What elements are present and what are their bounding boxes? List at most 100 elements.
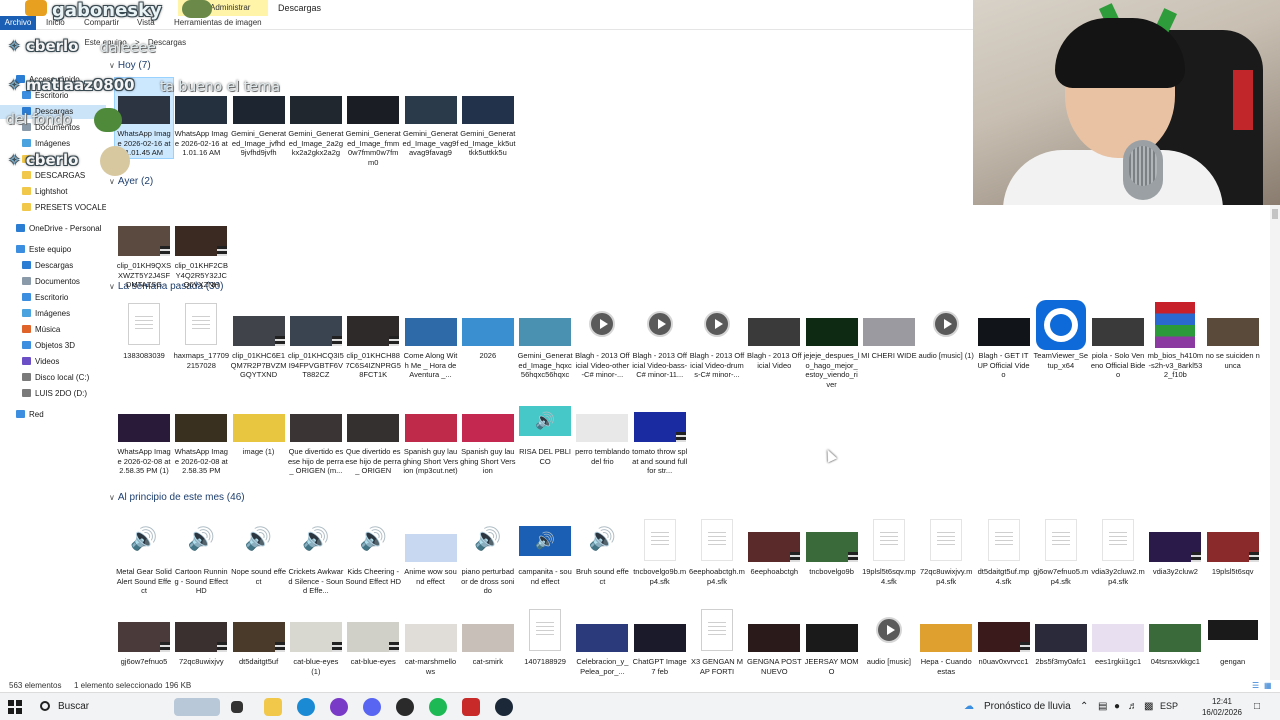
nav-item[interactable]: Disco local (C:) xyxy=(0,371,106,385)
scrollbar-thumb[interactable] xyxy=(1272,209,1278,219)
nav-item[interactable]: Imágenes xyxy=(0,307,106,321)
file-item[interactable]: n0uav0xvrvcc1 xyxy=(975,606,1033,667)
file-item[interactable]: clip_01KHC6E1QM7R2P7BVZMGQYTXND xyxy=(230,300,288,380)
nav-item[interactable]: Este equipo xyxy=(0,243,106,257)
file-item[interactable]: clip_01KHCH887C6S4IZNPRG58FCT1K xyxy=(344,300,402,380)
file-item[interactable]: tncbovelgo9b xyxy=(803,516,861,577)
details-view-icon[interactable]: ☰ xyxy=(1252,680,1259,692)
file-item[interactable]: cat-smirk xyxy=(459,606,517,667)
file-item[interactable]: 72qc8uwixjvy.mp4.sfk xyxy=(917,516,975,586)
weather-icon[interactable]: ☁ xyxy=(964,701,974,712)
weather-text[interactable]: Pronóstico de lluvia xyxy=(984,701,1071,712)
task-view-icon[interactable] xyxy=(231,701,243,713)
address-bar[interactable]: ← → Este equipo > Descargas xyxy=(52,36,972,50)
file-item[interactable]: image (1) xyxy=(230,396,288,457)
file-item[interactable]: Gemini_Generated_Image_2a2gkx2a2gkx2a2g xyxy=(287,78,345,158)
file-item[interactable]: 2bs5f3my0afc1 xyxy=(1032,606,1090,667)
file-item[interactable]: Blagh - 2013 Official Video-drums-C# min… xyxy=(688,300,746,380)
file-item[interactable]: Que divertido es ese hijo de perra_ ORIG… xyxy=(287,396,345,476)
nav-item[interactable]: LUIS 2DO (D:) xyxy=(0,387,106,401)
battery-icon[interactable]: ▩ xyxy=(1144,701,1153,712)
file-item[interactable]: cat-marshmellows xyxy=(402,606,460,676)
file-item[interactable]: Celebracion_y_Pelea_por_... xyxy=(573,606,631,676)
file-item[interactable]: Blagh - 2013 Official Video-bass-C# mino… xyxy=(631,300,689,380)
file-item[interactable]: 🔊 piano perturbador de dross sonido xyxy=(459,516,517,596)
file-item[interactable]: 🔊 campanita - sound effect xyxy=(516,516,574,586)
file-item[interactable]: 19plsl5t6sqv.mp4.sfk xyxy=(860,516,918,586)
file-item[interactable]: 🔊 Nope sound effect xyxy=(230,516,288,586)
nav-item[interactable]: Red xyxy=(0,408,106,422)
language-indicator[interactable]: ESP xyxy=(1160,701,1178,711)
file-item[interactable]: 6eephoabctgh xyxy=(745,516,803,577)
file-explorer-icon[interactable] xyxy=(264,698,282,716)
file-item[interactable]: 04tsnsxvkkgc1 xyxy=(1146,606,1204,667)
file-item[interactable]: 🔊 RISA DEL PBLICO xyxy=(516,396,574,466)
vertical-scrollbar[interactable] xyxy=(1270,205,1280,680)
file-item[interactable]: Gemini_Generated_Image_kk5uttkk5uttkk5u xyxy=(459,78,517,158)
clock[interactable]: 12:41 16/02/2026 xyxy=(1200,696,1244,718)
file-item[interactable]: clip_01KHCQ3I5I94FPVGBTF6VT882CZ xyxy=(287,300,345,380)
file-item[interactable]: Spanish guy laughing Short Version (mp3c… xyxy=(402,396,460,476)
context-tab-label[interactable]: Administrar xyxy=(210,3,250,12)
nav-item[interactable]: Descargas xyxy=(0,259,106,273)
file-item[interactable]: vdia3y2cluw2.mp4.sfk xyxy=(1089,516,1147,586)
large-icons-view-icon[interactable]: ▦ xyxy=(1264,680,1272,692)
voicemeeter-icon[interactable] xyxy=(462,698,480,716)
file-item[interactable]: Spanish guy laughing Short Version xyxy=(459,396,517,476)
file-item[interactable]: Come Along With Me _ Hora de Aventura _.… xyxy=(402,300,460,380)
file-item[interactable]: Blagh - 2013 Official Video xyxy=(745,300,803,370)
tab-archivo[interactable]: Archivo xyxy=(0,16,36,30)
file-item[interactable]: gengan xyxy=(1204,606,1262,667)
notifications-icon[interactable]: □ xyxy=(1254,701,1260,712)
group-header[interactable]: ∨ Ayer (2) xyxy=(109,176,153,187)
search-highlight-icon[interactable] xyxy=(174,698,220,716)
file-item[interactable]: cat-blue-eyes xyxy=(344,606,402,667)
file-item[interactable]: Hepa - Cuando estas xyxy=(917,606,975,676)
file-item[interactable]: Que divertido es ese hijo de perra_ ORIG… xyxy=(344,396,402,476)
file-item[interactable]: Blagh - GET IT UP Official Video xyxy=(975,300,1033,380)
file-item[interactable]: tomato throw splat and sound full for st… xyxy=(631,396,689,476)
file-item[interactable]: MI CHERI WIDE xyxy=(860,300,918,361)
network-icon[interactable]: ▤ xyxy=(1098,701,1107,712)
volume-icon[interactable]: ♬ xyxy=(1128,701,1138,712)
steam-icon[interactable] xyxy=(495,698,513,716)
file-item[interactable]: ChatGPT Image 7 feb xyxy=(631,606,689,676)
tray-chevron-icon[interactable]: ⌃ xyxy=(1080,701,1088,712)
file-item[interactable]: Gemini_Generated_Image_hqxc56hqxc56hqxc xyxy=(516,300,574,380)
nav-item[interactable]: Objetos 3D xyxy=(0,339,106,353)
file-item[interactable]: audio [music] xyxy=(860,606,918,667)
file-item[interactable]: TeamViewer_Setup_x64 xyxy=(1032,300,1090,370)
nav-item[interactable]: OneDrive - Personal xyxy=(0,222,106,236)
file-item[interactable]: Gemini_Generated_Image_fmm0w7fmm0w7fmm0 xyxy=(344,78,402,166)
file-item[interactable]: audio [music] (1) xyxy=(917,300,975,361)
file-item[interactable]: piola - Solo Veneno Official Bideo xyxy=(1089,300,1147,380)
discord-icon[interactable] xyxy=(363,698,381,716)
microphone-icon[interactable]: ● xyxy=(1114,701,1120,712)
nav-item[interactable]: DESCARGAS xyxy=(0,169,106,183)
file-item[interactable]: vdia3y2cluw2 xyxy=(1146,516,1204,577)
file-item[interactable]: 2026 xyxy=(459,300,517,361)
file-item[interactable]: 6eephoabctgh.mp4.sfk xyxy=(688,516,746,586)
spotify-icon[interactable] xyxy=(429,698,447,716)
windows-start-icon[interactable] xyxy=(8,700,22,714)
file-item[interactable]: 🔊 Metal Gear Solid Alert Sound Effect xyxy=(115,516,173,596)
file-item[interactable]: X3 GENGAN MAP FORTI xyxy=(688,606,746,676)
chevron-down-icon[interactable]: ∨ xyxy=(109,282,115,291)
app-icon[interactable] xyxy=(330,698,348,716)
chevron-down-icon[interactable]: ∨ xyxy=(109,61,115,70)
file-item[interactable]: Anime wow sound effect xyxy=(402,516,460,586)
file-item[interactable]: ees1rgkii1gc1 xyxy=(1089,606,1147,667)
file-item[interactable]: 🔊 Bruh sound effect xyxy=(573,516,631,586)
nav-item[interactable]: Música xyxy=(0,323,106,337)
file-item[interactable]: haxmaps_177092157028 xyxy=(172,300,230,370)
obs-icon[interactable] xyxy=(396,698,414,716)
tab-herramientas-imagen[interactable]: Herramientas de imagen xyxy=(174,16,262,30)
file-item[interactable]: 19plsl5t6sqv xyxy=(1204,516,1262,577)
edge-icon[interactable] xyxy=(297,698,315,716)
file-item[interactable]: JEERSAY MOMO xyxy=(803,606,861,676)
file-item[interactable]: perro temblando del frio xyxy=(573,396,631,466)
nav-item[interactable]: Imágenes xyxy=(0,137,106,151)
nav-item[interactable]: Videos xyxy=(0,355,106,369)
file-item[interactable]: Blagh - 2013 Official Video-other-C# min… xyxy=(573,300,631,380)
file-item[interactable]: 🔊 Kids Cheering - Sound Effect HD xyxy=(344,516,402,586)
